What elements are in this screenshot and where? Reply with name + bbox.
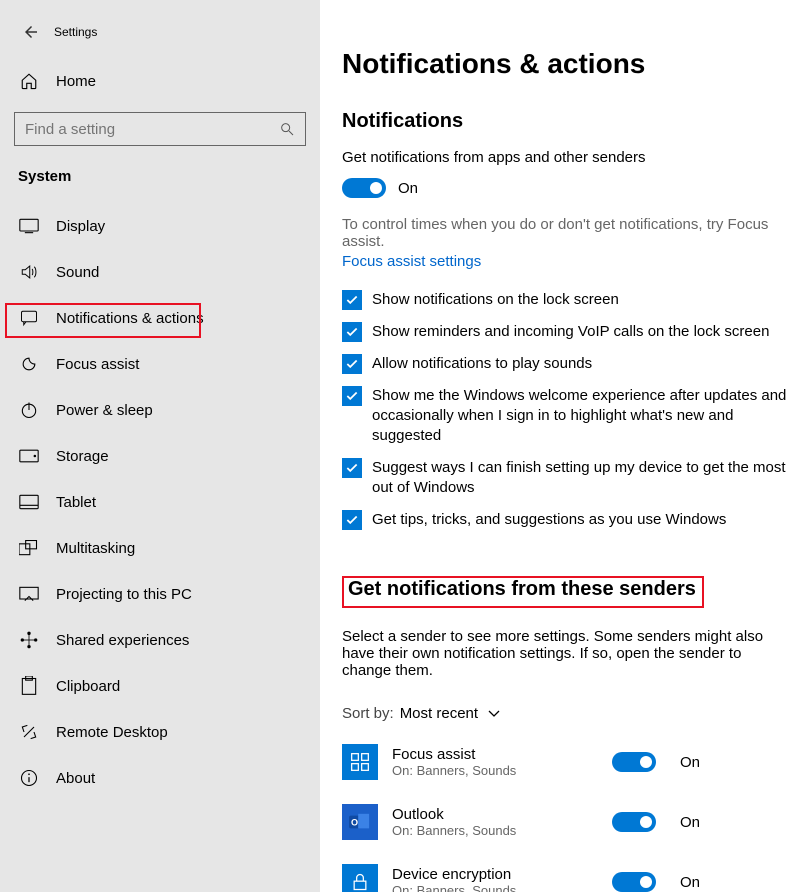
home-label: Home	[56, 73, 96, 90]
check-welcome[interactable]: Show me the Windows welcome experience a…	[342, 386, 787, 446]
notifications-heading: Notifications	[342, 110, 793, 133]
checkbox-icon	[342, 354, 362, 374]
app-icon: O	[342, 804, 378, 840]
focus-assist-icon	[18, 353, 40, 375]
nav-item-remote[interactable]: Remote Desktop	[14, 709, 306, 755]
search-input-container[interactable]	[14, 112, 306, 146]
app-icon	[342, 744, 378, 780]
nav-item-multitasking[interactable]: Multitasking	[14, 525, 306, 571]
nav-item-about[interactable]: About	[14, 755, 306, 801]
chevron-down-icon	[488, 710, 500, 718]
senders-description: Select a sender to see more settings. So…	[342, 628, 782, 679]
power-icon	[18, 399, 40, 421]
checkbox-icon	[342, 510, 362, 530]
check-tips[interactable]: Get tips, tricks, and suggestions as you…	[342, 510, 787, 530]
check-setup[interactable]: Suggest ways I can finish setting up my …	[342, 458, 787, 498]
nav-item-sound[interactable]: Sound	[14, 249, 306, 295]
search-icon	[279, 121, 295, 137]
sender-item-outlook[interactable]: O Outlook On: Banners, Sounds On	[342, 792, 793, 852]
checkbox-icon	[342, 458, 362, 478]
master-toggle[interactable]	[342, 178, 386, 198]
tablet-icon	[18, 491, 40, 513]
highlight-senders-heading: Get notifications from these senders	[342, 576, 704, 608]
check-lock-screen[interactable]: Show notifications on the lock screen	[342, 290, 787, 310]
sender-item-device-encryption[interactable]: Device encryption On: Banners, Sounds On	[342, 852, 793, 892]
back-icon[interactable]	[20, 21, 42, 43]
display-icon	[18, 215, 40, 237]
search-input[interactable]	[25, 121, 279, 138]
nav-item-power[interactable]: Power & sleep	[14, 387, 306, 433]
projecting-icon	[18, 583, 40, 605]
hint-text: To control times when you do or don't ge…	[342, 216, 793, 250]
master-toggle-state: On	[398, 180, 418, 197]
checkbox-icon	[342, 386, 362, 406]
notifications-icon	[18, 307, 40, 329]
storage-icon	[18, 445, 40, 467]
sender-toggle[interactable]	[612, 752, 656, 772]
home-nav[interactable]: Home	[14, 62, 306, 100]
home-icon	[18, 70, 40, 92]
sound-icon	[18, 261, 40, 283]
nav-item-projecting[interactable]: Projecting to this PC	[14, 571, 306, 617]
page-title: Notifications & actions	[342, 48, 793, 80]
master-label: Get notifications from apps and other se…	[342, 149, 793, 166]
checkbox-icon	[342, 322, 362, 342]
sender-toggle[interactable]	[612, 872, 656, 892]
focus-assist-link[interactable]: Focus assist settings	[342, 253, 793, 270]
clipboard-icon	[18, 675, 40, 697]
svg-text:O: O	[351, 818, 358, 828]
nav-item-clipboard[interactable]: Clipboard	[14, 663, 306, 709]
sender-item-focus-assist[interactable]: Focus assist On: Banners, Sounds On	[342, 732, 793, 792]
nav-item-focus-assist[interactable]: Focus assist	[14, 341, 306, 387]
checkbox-icon	[342, 290, 362, 310]
app-title: Settings	[54, 25, 97, 39]
remote-icon	[18, 721, 40, 743]
app-icon	[342, 864, 378, 892]
about-icon	[18, 767, 40, 789]
sort-dropdown[interactable]: Sort by: Most recent	[342, 705, 793, 722]
nav-item-shared[interactable]: Shared experiences	[14, 617, 306, 663]
nav-item-storage[interactable]: Storage	[14, 433, 306, 479]
check-sounds[interactable]: Allow notifications to play sounds	[342, 354, 787, 374]
nav-item-tablet[interactable]: Tablet	[14, 479, 306, 525]
senders-heading: Get notifications from these senders	[348, 578, 696, 601]
shared-icon	[18, 629, 40, 651]
category-label: System	[14, 168, 306, 185]
multitasking-icon	[18, 537, 40, 559]
nav-item-display[interactable]: Display	[14, 203, 306, 249]
sender-toggle[interactable]	[612, 812, 656, 832]
check-reminders[interactable]: Show reminders and incoming VoIP calls o…	[342, 322, 787, 342]
nav-item-notifications[interactable]: Notifications & actions	[14, 295, 306, 341]
nav-list: Display Sound Notifications & actions Fo…	[14, 203, 306, 801]
